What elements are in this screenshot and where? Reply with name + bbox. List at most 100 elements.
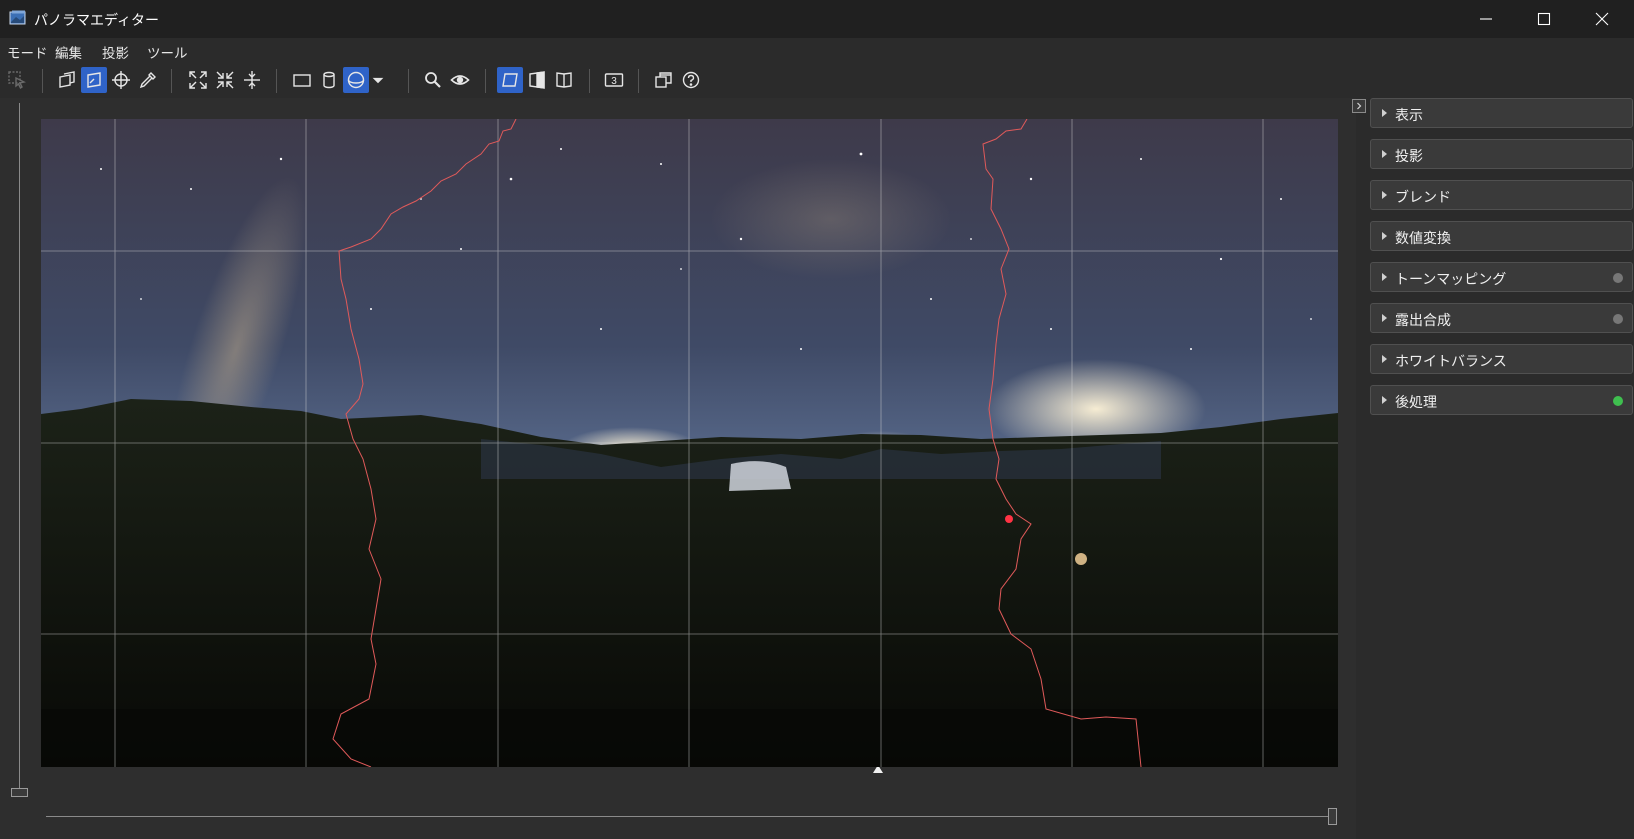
panel-collapse-button[interactable] bbox=[1352, 99, 1366, 113]
window-title: パノラマエディター bbox=[34, 13, 160, 29]
section-label: ホワイトバランス bbox=[1395, 354, 1507, 370]
close-button[interactable] bbox=[1573, 0, 1631, 38]
expand-triangle-icon bbox=[1382, 396, 1387, 404]
menu-bar: モード 編集 投影 ツール bbox=[0, 38, 1634, 62]
status-dot-icon bbox=[1613, 314, 1623, 324]
toolbar-separator bbox=[485, 69, 486, 93]
layout-normal-button[interactable] bbox=[497, 67, 523, 93]
toolbar-separator bbox=[276, 69, 277, 93]
straighten-button[interactable] bbox=[239, 67, 265, 93]
fit-button[interactable] bbox=[185, 67, 211, 93]
layers-icon bbox=[59, 71, 75, 88]
layout-book-button[interactable] bbox=[551, 67, 577, 93]
vertical-compress-icon bbox=[244, 71, 260, 89]
section-label: 露出合成 bbox=[1395, 313, 1451, 329]
panorama-image[interactable] bbox=[41, 119, 1338, 767]
preview-button[interactable] bbox=[447, 67, 473, 93]
spherical-projection-button[interactable] bbox=[343, 67, 369, 93]
projection-dropdown-button[interactable] bbox=[370, 67, 386, 93]
cylindrical-projection-button[interactable] bbox=[316, 67, 342, 93]
select-cursor-icon bbox=[8, 71, 27, 90]
maximize-button[interactable] bbox=[1515, 0, 1573, 38]
expand-triangle-icon bbox=[1382, 150, 1387, 158]
section-display[interactable]: 表示 bbox=[1370, 98, 1633, 128]
minimize-icon bbox=[1480, 18, 1492, 20]
section-numeric-transform[interactable]: 数値変換 bbox=[1370, 221, 1633, 251]
half-filled-frame-icon bbox=[529, 71, 545, 89]
layout-split-button[interactable] bbox=[524, 67, 550, 93]
image-layers-button[interactable] bbox=[54, 67, 80, 93]
menu-mode[interactable]: モード bbox=[7, 42, 48, 62]
section-blend[interactable]: ブレンド bbox=[1370, 180, 1633, 210]
ground-foreground bbox=[41, 709, 1338, 767]
expand-triangle-icon bbox=[1382, 314, 1387, 322]
center-tool-button[interactable] bbox=[108, 67, 134, 93]
section-label: 投影 bbox=[1395, 149, 1423, 165]
section-exposure-fusion[interactable]: 露出合成 bbox=[1370, 303, 1633, 333]
select-tool-button[interactable] bbox=[4, 67, 30, 93]
expand-triangle-icon bbox=[1382, 232, 1387, 240]
section-projection[interactable]: 投影 bbox=[1370, 139, 1633, 169]
headlamp-light bbox=[1075, 553, 1087, 565]
open-book-icon bbox=[556, 72, 572, 88]
help-button[interactable] bbox=[678, 67, 704, 93]
close-icon bbox=[1595, 12, 1609, 26]
vertical-scroll-handle[interactable] bbox=[11, 788, 28, 797]
crosshair-icon bbox=[112, 71, 130, 89]
tent bbox=[729, 461, 791, 491]
counter-label: 3 bbox=[611, 76, 617, 87]
vertical-scrollbar[interactable] bbox=[19, 103, 20, 795]
caret-down-icon bbox=[372, 77, 384, 84]
milky-way-faint bbox=[711, 159, 951, 279]
toolbar-separator bbox=[42, 69, 43, 93]
count-badge-icon: 3 bbox=[604, 73, 624, 87]
section-label: 表示 bbox=[1395, 108, 1423, 124]
zoom-button[interactable] bbox=[420, 67, 446, 93]
section-post-processing[interactable]: 後処理 bbox=[1370, 385, 1633, 415]
window-layout-button[interactable] bbox=[651, 67, 677, 93]
cylinder-icon bbox=[323, 71, 335, 89]
eyedropper-icon bbox=[139, 72, 156, 89]
sphere-icon bbox=[347, 71, 365, 89]
maximize-icon bbox=[1537, 12, 1551, 26]
crop-frame-icon bbox=[87, 72, 101, 88]
section-label: 数値変換 bbox=[1395, 231, 1451, 247]
toolbar-separator bbox=[171, 69, 172, 93]
title-bar: パノラマエディター bbox=[0, 0, 1634, 38]
toolbar: 3 bbox=[0, 64, 1634, 98]
collapse-icon bbox=[216, 71, 234, 89]
chevron-right-icon bbox=[1357, 102, 1362, 110]
rectilinear-projection-button[interactable] bbox=[289, 67, 315, 93]
section-label: トーンマッピング bbox=[1395, 272, 1507, 288]
expand-triangle-icon bbox=[1382, 109, 1387, 117]
section-white-balance[interactable]: ホワイトバランス bbox=[1370, 344, 1633, 374]
horizontal-scrollbar[interactable] bbox=[46, 816, 1336, 817]
menu-projection[interactable]: 投影 bbox=[102, 42, 129, 62]
expand-triangle-icon bbox=[1382, 191, 1387, 199]
expand-triangle-icon bbox=[1382, 273, 1387, 281]
expand-triangle-icon bbox=[1382, 355, 1387, 363]
skew-frame-icon bbox=[502, 73, 518, 87]
magnifier-icon bbox=[425, 72, 441, 88]
toolbar-separator bbox=[408, 69, 409, 93]
menu-edit[interactable]: 編集 bbox=[55, 42, 82, 62]
toolbar-separator bbox=[638, 69, 639, 93]
red-light bbox=[1005, 515, 1013, 523]
horizontal-scroll-handle[interactable] bbox=[1328, 808, 1337, 825]
section-label: 後処理 bbox=[1395, 395, 1437, 411]
help-circle-icon bbox=[682, 71, 700, 89]
status-dot-icon bbox=[1613, 273, 1623, 283]
minimize-button[interactable] bbox=[1457, 0, 1515, 38]
toolbar-separator bbox=[589, 69, 590, 93]
crop-tool-button[interactable] bbox=[81, 67, 107, 93]
section-label: ブレンド bbox=[1395, 190, 1451, 206]
image-count-button[interactable]: 3 bbox=[601, 67, 627, 93]
menu-tools[interactable]: ツール bbox=[147, 42, 188, 62]
shrink-button[interactable] bbox=[212, 67, 238, 93]
app-icon bbox=[9, 10, 26, 25]
rectangle-icon bbox=[293, 74, 311, 87]
status-dot-icon bbox=[1613, 396, 1623, 406]
section-tone-mapping[interactable]: トーンマッピング bbox=[1370, 262, 1633, 292]
eyedropper-button[interactable] bbox=[135, 67, 161, 93]
eye-icon bbox=[450, 75, 470, 85]
